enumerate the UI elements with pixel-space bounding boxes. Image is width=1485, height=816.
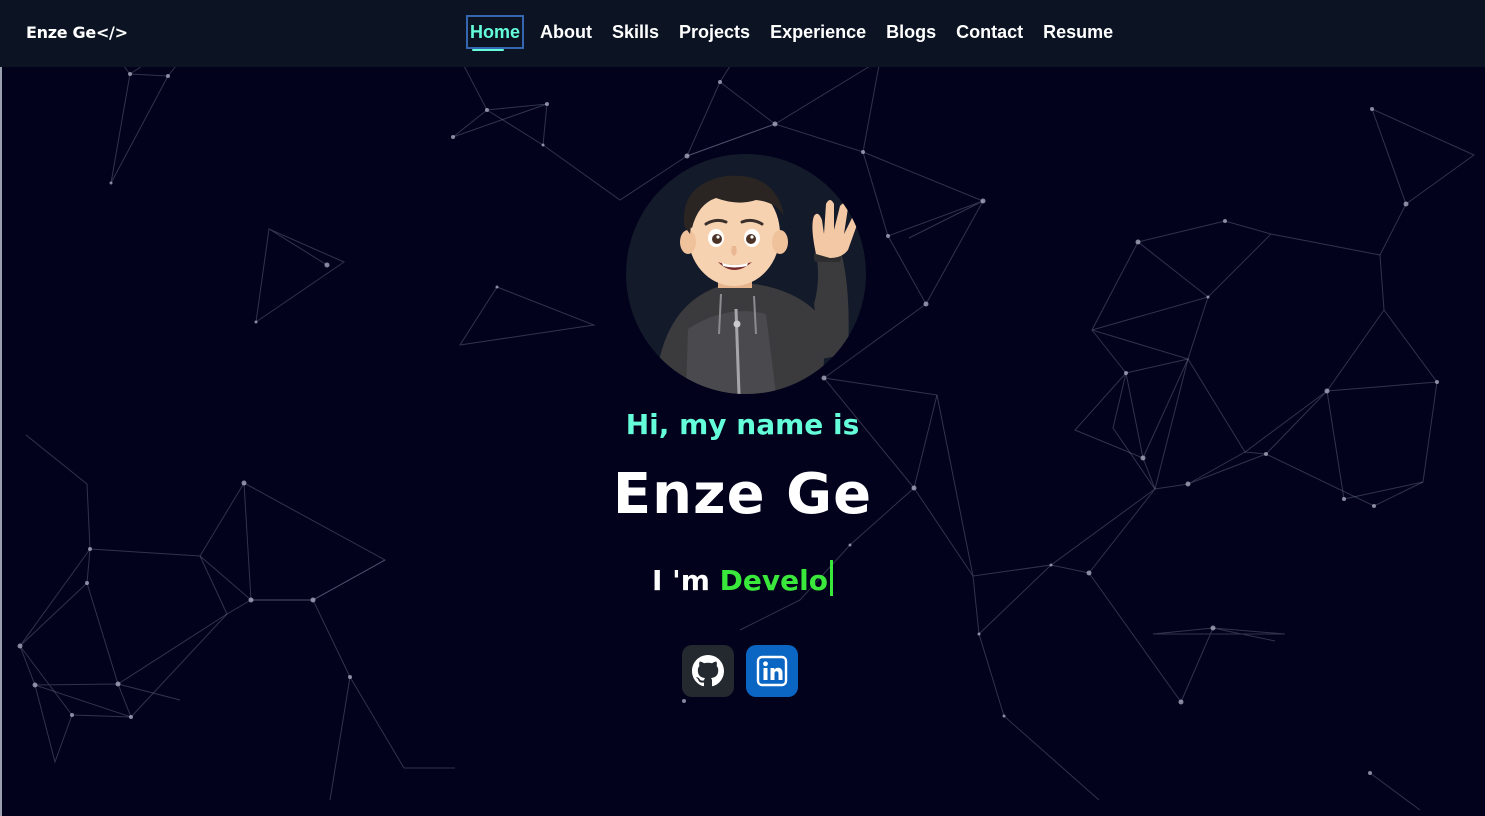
typed-role-text: Develo [719,564,828,597]
nav-link-about[interactable]: About [538,17,594,47]
nav-link-home[interactable]: Home [465,15,525,51]
avatar [626,154,866,394]
social-links [682,645,798,697]
nav-link-experience[interactable]: Experience [768,17,868,47]
github-button[interactable] [682,645,734,697]
nav-link-resume[interactable]: Resume [1041,17,1115,47]
typing-cursor [829,560,833,596]
typed-role-line: I 'm Develo [0,560,1485,597]
linkedin-button[interactable] [746,645,798,697]
brand-logo[interactable]: Enze Ge</> [26,23,128,42]
nav-link-projects[interactable]: Projects [677,17,752,47]
linkedin-icon [756,655,788,687]
greeting-text: Hi, my name is [625,408,860,441]
nav-link-blogs[interactable]: Blogs [884,17,938,47]
navbar: Enze Ge</> Home About Skills Projects Ex… [0,0,1485,67]
hero-name: Enze Ge [612,462,873,527]
nav-links: Home About Skills Projects Experience Bl… [465,15,1131,51]
page: Enze Ge</> Home About Skills Projects Ex… [0,0,1485,816]
role-prefix: I 'm [652,564,720,597]
memoji-waving-avatar-icon [656,175,858,394]
github-icon [692,655,724,687]
nav-link-contact[interactable]: Contact [954,17,1025,47]
nav-link-skills[interactable]: Skills [610,17,661,47]
